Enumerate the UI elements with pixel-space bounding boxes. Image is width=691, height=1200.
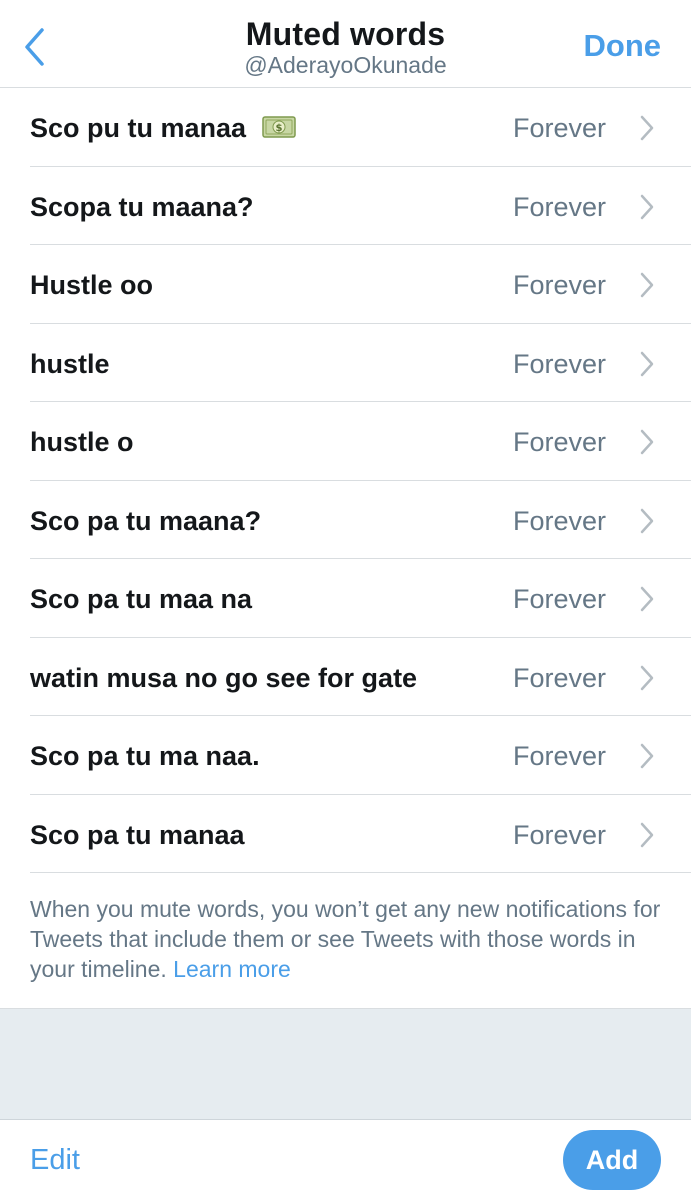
mute-duration: Forever	[512, 505, 606, 536]
chevron-right-icon	[640, 272, 654, 298]
chevron-right-icon	[640, 351, 654, 376]
muted-words-list: Sco pu tu manaa $ Forever Scopa tu maana…	[0, 88, 691, 873]
learn-more-link[interactable]: Learn more	[173, 956, 291, 982]
mute-duration: Forever	[512, 113, 606, 143]
mute-duration: Forever	[512, 270, 606, 300]
empty-section-background	[0, 1008, 691, 1119]
muted-words-screen: Muted words @AderayoOkunade Done Sco pu …	[0, 0, 691, 1200]
mute-duration: Forever	[512, 427, 606, 457]
muted-word-text: watin musa no go see for gate	[30, 662, 418, 693]
money-with-dollar-sign-emoji: $	[261, 116, 296, 138]
chevron-right-icon	[640, 743, 654, 769]
svg-text:$: $	[275, 123, 282, 134]
navigation-bar: Muted words @AderayoOkunade Done	[0, 0, 691, 88]
muted-word-row[interactable]: hustle Forever	[0, 324, 691, 403]
muted-word-text: Sco pa tu maana?	[30, 505, 262, 536]
mute-duration: Forever	[512, 348, 606, 379]
muted-word-label: Sco pu tu manaa $	[30, 88, 296, 166]
edit-button[interactable]: Edit	[30, 1144, 80, 1177]
muted-word-text: Scopa tu maana?	[30, 191, 254, 222]
mute-duration: Forever	[512, 741, 606, 771]
chevron-right-icon	[640, 194, 654, 219]
muted-word-text: hustle	[30, 348, 110, 379]
explanation-text: When you mute words, you won’t get any n…	[30, 896, 661, 982]
muted-word-row[interactable]: Hustle oo Forever	[0, 245, 691, 324]
muted-word-text: Hustle oo	[30, 270, 154, 300]
mute-duration: Forever	[512, 584, 606, 614]
muted-word-row[interactable]: Sco pa tu maa na Forever	[0, 559, 691, 638]
add-button[interactable]: Add	[563, 1130, 661, 1190]
done-button[interactable]: Done	[584, 28, 662, 64]
chevron-right-icon	[640, 665, 654, 690]
chevron-right-icon	[640, 822, 654, 847]
chevron-right-icon	[640, 508, 654, 533]
muted-word-text: Sco pu tu manaa	[30, 113, 247, 143]
muted-word-row[interactable]: watin musa no go see for gate Forever	[0, 638, 691, 717]
mute-duration: Forever	[512, 191, 606, 222]
muted-word-row[interactable]: Sco pa tu manaa Forever	[0, 795, 691, 874]
chevron-right-icon	[640, 586, 654, 612]
muted-word-text: Sco pa tu ma naa.	[30, 741, 260, 771]
muted-word-row[interactable]: Scopa tu maana? Forever	[0, 167, 691, 246]
muted-word-text: Sco pa tu maa na	[30, 584, 253, 614]
chevron-right-icon	[640, 429, 654, 455]
muted-words-explanation: When you mute words, you won’t get any n…	[30, 894, 670, 984]
mute-duration: Forever	[512, 662, 606, 693]
bottom-toolbar: Edit Add	[0, 1119, 691, 1200]
muted-word-row[interactable]: Sco pa tu maana? Forever	[0, 481, 691, 560]
chevron-right-icon	[640, 115, 654, 141]
muted-word-text: hustle o	[30, 427, 134, 457]
muted-word-row[interactable]: hustle o Forever	[0, 402, 691, 481]
muted-word-text: Sco pa tu manaa	[30, 819, 245, 850]
muted-word-row[interactable]: Sco pa tu ma naa. Forever	[0, 716, 691, 795]
mute-duration: Forever	[512, 819, 606, 850]
muted-word-row[interactable]: Sco pu tu manaa $ Forever	[0, 88, 691, 167]
